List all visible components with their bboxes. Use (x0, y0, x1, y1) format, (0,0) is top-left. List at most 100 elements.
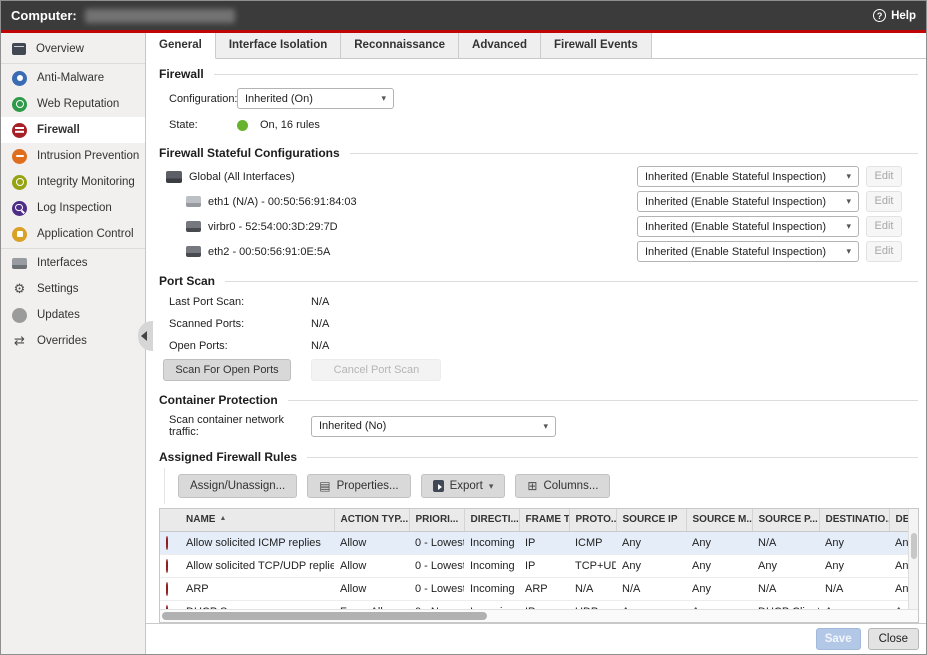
horizontal-scrollbar-thumb[interactable] (162, 612, 487, 620)
section-rule (214, 74, 918, 75)
tab-reconnaissance[interactable]: Reconnaissance (341, 33, 459, 58)
redacted-computer-name (85, 9, 235, 23)
rule-name-cell: ARP (180, 577, 334, 600)
column-header-destination[interactable]: DESTINATIO... (819, 509, 889, 531)
assign-unassign-button[interactable]: Assign/Unassign... (178, 474, 297, 498)
column-header-protocol[interactable]: PROTO... (569, 509, 616, 531)
cancel-port-scan-button[interactable]: Cancel Port Scan (311, 359, 441, 381)
icon-column-header[interactable] (160, 509, 180, 531)
column-header-source-mac[interactable]: SOURCE M... (686, 509, 752, 531)
vertical-scrollbar-thumb[interactable] (911, 533, 917, 559)
sidebar-item-label: Web Reputation (37, 98, 119, 110)
table-row[interactable]: ARP Allow 0 - Lowest Incoming ARP N/A N/… (160, 577, 916, 600)
window-title: Computer: (11, 8, 77, 23)
table-row[interactable]: DHCP Server Force Allow 0 - Normal Incom… (160, 600, 916, 609)
tab-general[interactable]: General (146, 33, 216, 59)
sidebar-item-web-reputation[interactable]: Web Reputation (1, 91, 145, 117)
sidebar-item-label: Integrity Monitoring (37, 176, 135, 188)
chevron-down-icon: ▾ (381, 93, 386, 104)
sidebar-item-label: Anti-Malware (37, 72, 104, 84)
sidebar-item-application-control[interactable]: Application Control (1, 221, 145, 247)
container-traffic-label: Scan container network traffic: (169, 414, 311, 438)
sidebar-item-interfaces[interactable]: Interfaces (1, 250, 145, 276)
gear-icon: ⚙ (12, 282, 27, 297)
rules-toolbar: Assign/Unassign... ▤ Properties... Expor… (164, 468, 918, 504)
sidebar-item-integrity-monitoring[interactable]: Integrity Monitoring (1, 169, 145, 195)
sidebar-item-settings[interactable]: ⚙ Settings (1, 276, 145, 302)
column-header-action-type[interactable]: ACTION TYP... (334, 509, 409, 531)
stateful-select-eth1[interactable]: Inherited (Enable Stateful Inspection) ▾ (637, 191, 859, 212)
column-header-direction[interactable]: DIRECTI... (464, 509, 519, 531)
edit-button[interactable]: Edit (866, 191, 902, 212)
sidebar-item-overrides[interactable]: ⇄ Overrides (1, 328, 145, 354)
close-button[interactable]: Close (868, 628, 919, 650)
vertical-scrollbar[interactable] (908, 509, 918, 609)
firewall-rule-icon (166, 559, 168, 573)
open-ports-row: Open Ports: N/A (169, 338, 926, 354)
stateful-row-eth1: eth1 (N/A) - 00:50:56:91:84:03 Inherited… (186, 191, 902, 212)
chevron-down-icon: ▾ (489, 481, 494, 492)
container-traffic-select[interactable]: Inherited (No) ▾ (311, 416, 556, 437)
column-header-name[interactable]: NAME▲ (180, 509, 334, 531)
sidebar-item-label: Interfaces (37, 257, 88, 269)
rule-name-cell: Allow solicited ICMP replies (180, 531, 334, 554)
tab-interface-isolation[interactable]: Interface Isolation (216, 33, 341, 58)
table-row[interactable]: Allow solicited TCP/UDP replies Allow 0 … (160, 554, 916, 577)
section-title: Port Scan (159, 274, 215, 288)
open-ports-value: N/A (311, 340, 329, 352)
log-inspection-icon (12, 201, 27, 216)
tab-advanced[interactable]: Advanced (459, 33, 541, 58)
rule-name-cell: Allow solicited TCP/UDP replies (180, 554, 334, 577)
columns-button[interactable]: ⊞ Columns... (515, 474, 610, 498)
stateful-select-global[interactable]: Inherited (Enable Stateful Inspection) ▾ (637, 166, 859, 187)
sidebar-item-updates[interactable]: Updates (1, 302, 145, 328)
footer-bar: Save Close (146, 623, 926, 654)
properties-button[interactable]: ▤ Properties... (307, 474, 410, 498)
section-title: Assigned Firewall Rules (159, 450, 297, 464)
firewall-configuration-select[interactable]: Inherited (On) ▾ (237, 88, 394, 109)
select-value: Inherited (On) (245, 93, 375, 105)
sidebar-item-intrusion-prevention[interactable]: Intrusion Prevention (1, 143, 145, 169)
edit-button[interactable]: Edit (866, 216, 902, 237)
sidebar: Overview Anti-Malware Web Reputation Fir… (1, 33, 146, 654)
sidebar-item-label: Firewall (37, 124, 80, 136)
button-label: Columns... (543, 480, 598, 492)
chevron-down-icon: ▾ (846, 171, 851, 182)
horizontal-scrollbar[interactable] (160, 609, 918, 622)
sidebar-item-anti-malware[interactable]: Anti-Malware (1, 65, 145, 91)
export-button[interactable]: Export ▾ (421, 474, 506, 498)
rules-table-viewport: NAME▲ ACTION TYP... PRIORI... DIRECTI...… (160, 509, 918, 609)
scan-for-open-ports-button[interactable]: Scan For Open Ports (163, 359, 291, 381)
sidebar-separator (1, 248, 145, 249)
title-bar: Computer: ? Help (1, 1, 926, 30)
help-icon: ? (873, 9, 886, 22)
stateful-select-virbr0[interactable]: Inherited (Enable Stateful Inspection) ▾ (637, 216, 859, 237)
sidebar-item-firewall[interactable]: Firewall (1, 117, 145, 143)
general-tab-panel: Firewall Configuration: Inherited (On) ▾… (146, 59, 926, 623)
computer-editor-window: Computer: ? Help Overview Anti-Malware W… (0, 0, 927, 655)
tab-firewall-events[interactable]: Firewall Events (541, 33, 652, 58)
column-header-source-ip[interactable]: SOURCE IP (616, 509, 686, 531)
save-button[interactable]: Save (816, 628, 861, 650)
configuration-label: Configuration: (169, 93, 237, 105)
sidebar-item-overview[interactable]: Overview (1, 36, 145, 62)
assigned-rules-section-header: Assigned Firewall Rules (159, 450, 918, 464)
column-header-frame-type[interactable]: FRAME T... (519, 509, 569, 531)
stateful-select-eth2[interactable]: Inherited (Enable Stateful Inspection) ▾ (637, 241, 859, 262)
configuration-row: Configuration: Inherited (On) ▾ (169, 88, 926, 109)
section-rule (225, 281, 918, 282)
chevron-down-icon: ▾ (846, 221, 851, 232)
sidebar-item-log-inspection[interactable]: Log Inspection (1, 195, 145, 221)
sidebar-item-label: Updates (37, 309, 80, 321)
help-link[interactable]: ? Help (873, 9, 916, 22)
table-row[interactable]: Allow solicited ICMP replies Allow 0 - L… (160, 531, 916, 554)
column-header-priority[interactable]: PRIORI... (409, 509, 464, 531)
sidebar-item-label: Settings (37, 283, 79, 295)
interface-label: virbr0 - 52:54:00:3D:29:7D (208, 221, 338, 233)
edit-button[interactable]: Edit (866, 166, 902, 187)
column-header-source-port[interactable]: SOURCE P... (752, 509, 819, 531)
interfaces-icon (12, 258, 27, 269)
stateful-row-virbr0: virbr0 - 52:54:00:3D:29:7D Inherited (En… (186, 216, 902, 237)
sidebar-separator (1, 63, 145, 64)
edit-button[interactable]: Edit (866, 241, 902, 262)
